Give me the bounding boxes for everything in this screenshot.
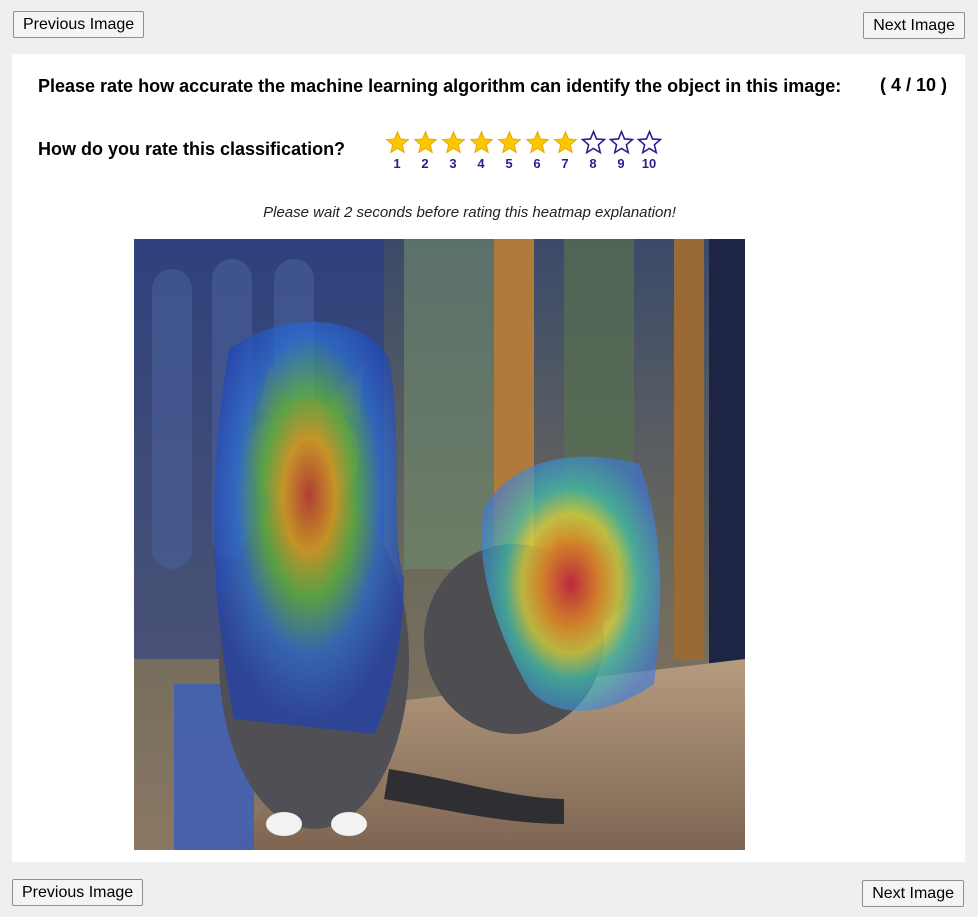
star-rating-3[interactable]: 3 (439, 130, 467, 171)
next-image-button-bottom[interactable]: Next Image (862, 880, 964, 907)
wait-notice: Please wait 2 seconds before rating this… (263, 204, 676, 221)
star-rating-9[interactable]: 9 (607, 130, 635, 171)
heatmap-image (134, 239, 745, 850)
star-rating-2[interactable]: 2 (411, 130, 439, 171)
star-rating-1[interactable]: 1 (383, 130, 411, 171)
star-number-label: 9 (617, 156, 625, 171)
star-number-label: 5 (505, 156, 513, 171)
star-rating[interactable]: 1 2 3 4 5 6 7 8 9 10 (383, 130, 663, 171)
star-number-label: 3 (449, 156, 457, 171)
rating-question: Please rate how accurate the machine lea… (38, 76, 842, 96)
star-filled-icon (385, 130, 409, 154)
previous-image-button-top[interactable]: Previous Image (13, 11, 145, 38)
star-filled-icon (441, 130, 465, 154)
next-image-button-top[interactable]: Next Image (863, 12, 965, 39)
rating-panel: Please rate how accurate the machine lea… (12, 54, 965, 862)
previous-image-button-bottom[interactable]: Previous Image (12, 879, 144, 906)
star-filled-icon (525, 130, 549, 154)
rating-label: How do you rate this classification? (38, 139, 346, 159)
star-number-label: 7 (561, 156, 569, 171)
star-number-label: 10 (641, 156, 657, 171)
star-filled-icon (553, 130, 577, 154)
star-empty-icon (636, 130, 662, 155)
star-empty-icon (580, 130, 606, 155)
image-progress: ( 4 / 10 ) (880, 75, 948, 95)
star-rating-8[interactable]: 8 (579, 130, 607, 171)
star-rating-5[interactable]: 5 (495, 130, 523, 171)
star-filled-icon (413, 130, 437, 154)
star-number-label: 2 (421, 156, 429, 171)
star-rating-4[interactable]: 4 (467, 130, 495, 171)
star-empty-icon (608, 130, 634, 155)
star-number-label: 8 (589, 156, 597, 171)
star-filled-icon (497, 130, 521, 154)
star-number-label: 6 (533, 156, 541, 171)
star-number-label: 1 (393, 156, 401, 171)
star-number-label: 4 (477, 156, 485, 171)
star-rating-6[interactable]: 6 (523, 130, 551, 171)
star-rating-7[interactable]: 7 (551, 130, 579, 171)
star-filled-icon (469, 130, 493, 154)
star-rating-10[interactable]: 10 (635, 130, 663, 171)
